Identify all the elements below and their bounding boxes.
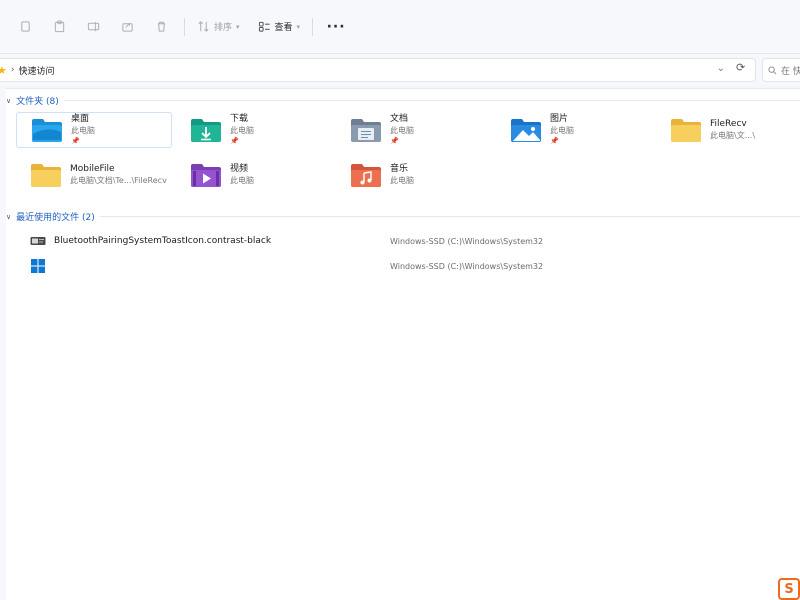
folder-tile-downloads[interactable]: 下载 此电脑 📌 <box>176 112 332 148</box>
desktop-folder-icon <box>31 116 63 144</box>
pin-icon: 📌 <box>71 136 80 145</box>
folder-location: 此电脑 <box>390 176 414 185</box>
star-icon: ★ <box>0 63 7 77</box>
folder-location: 此电脑\文档\Te...\FileRecv <box>70 176 167 185</box>
chevron-down-icon: ∨ <box>6 96 12 105</box>
pin-icon: 📌 <box>550 136 559 145</box>
recent-file-row[interactable]: BluetoothPairingSystemToastIcon.contrast… <box>6 231 786 251</box>
view-label: 查看 <box>274 23 293 33</box>
recent-files-group-title: 最近使用的文件 (2) <box>16 213 95 223</box>
trash-icon <box>157 21 165 32</box>
rename-icon <box>87 21 99 32</box>
copy-button[interactable] <box>8 13 42 41</box>
folder-name: 视频 <box>230 164 249 174</box>
share-button[interactable] <box>110 13 144 41</box>
folder-location: 此电脑 <box>230 125 254 135</box>
folder-name: 图片 <box>550 113 569 124</box>
view-button[interactable]: 查看 ▾ <box>252 13 307 41</box>
folder-icon <box>30 161 62 189</box>
folders-group-title: 文件夹 (8) <box>16 97 59 107</box>
search-icon <box>768 65 777 74</box>
recent-files-group-header[interactable]: ∨ 最近使用的文件 (2) <box>6 210 95 224</box>
breadcrumb-quick-access[interactable]: 快速访问 <box>18 64 54 77</box>
paste-icon <box>54 20 64 33</box>
search-placeholder: 在 快 <box>781 66 800 77</box>
documents-folder-icon <box>350 116 382 144</box>
windows-logo-icon <box>30 259 46 273</box>
image-file-icon <box>30 234 46 248</box>
chevron-down-icon: ∨ <box>6 212 12 221</box>
paste-button[interactable] <box>42 13 76 41</box>
address-history-chevron-icon[interactable]: ⌄ <box>717 63 725 74</box>
address-row: ★ › 快速访问 ⌄ <box>0 54 800 86</box>
folder-tile-pictures[interactable]: 图片 此电脑 📌 <box>496 112 652 148</box>
folders-group-header[interactable]: ∨ 文件夹 (8) <box>6 94 59 108</box>
folder-icon <box>670 116 702 144</box>
folder-name: 文档 <box>390 113 409 124</box>
group-divider <box>100 216 800 217</box>
address-bar[interactable]: ★ › 快速访问 ⌄ <box>0 58 756 82</box>
folder-tile-desktop[interactable]: 桌面 此电脑 📌 <box>16 112 172 148</box>
sort-label: 排序 <box>214 23 233 33</box>
folder-tile-music[interactable]: 音乐 此电脑 <box>336 157 492 193</box>
rename-button[interactable] <box>76 13 110 41</box>
folder-location: 此电脑\文...\ <box>710 131 756 140</box>
downloads-folder-icon <box>190 116 222 144</box>
folder-location: 此电脑 <box>71 125 95 135</box>
search-box[interactable]: 在 快 <box>762 58 800 82</box>
chevron-down-icon: ▾ <box>296 22 301 31</box>
command-bar: 排序 ▾ 查看 ▾ ··· <box>0 0 800 54</box>
recent-file-path: Windows-SSD (C:)\Windows\System32 <box>390 261 544 271</box>
pictures-folder-icon <box>510 116 542 144</box>
folder-name: FileRecv <box>710 119 747 129</box>
pin-icon: 📌 <box>390 136 399 145</box>
folder-name: 下载 <box>230 113 249 124</box>
music-folder-icon <box>350 161 382 189</box>
view-icon <box>258 21 270 32</box>
toolbar-divider <box>184 17 185 36</box>
pin-icon: 📌 <box>230 136 239 145</box>
recent-file-name: BluetoothPairingSystemToastIcon.contrast… <box>54 236 272 246</box>
recent-file-row[interactable]: Windows-SSD (C:)\Windows\System32 <box>6 256 786 276</box>
videos-folder-icon <box>190 161 222 189</box>
chevron-down-icon: ▾ <box>236 22 240 31</box>
share-icon <box>121 23 133 32</box>
folder-location: 此电脑 <box>390 125 414 135</box>
delete-button[interactable] <box>144 13 178 41</box>
folder-tile-documents[interactable]: 文档 此电脑 📌 <box>336 112 492 148</box>
group-divider <box>64 100 800 101</box>
watermark-logo: S <box>778 578 800 600</box>
folder-name: 音乐 <box>390 164 409 174</box>
folder-name: MobileFile <box>70 164 115 174</box>
chevron-right-icon[interactable]: › <box>11 65 15 75</box>
folder-location: 此电脑 <box>230 176 254 185</box>
more-options-button[interactable]: ··· <box>319 13 353 41</box>
folder-location: 此电脑 <box>550 125 574 135</box>
folder-tile-mobilefile[interactable]: MobileFile 此电脑\文档\Te...\FileRecv <box>16 157 172 193</box>
sort-button[interactable]: 排序 ▾ <box>191 13 246 41</box>
recent-file-path: Windows-SSD (C:)\Windows\System32 <box>390 236 544 246</box>
folder-tile-filerecv[interactable]: FileRecv 此电脑\文...\ <box>656 112 800 148</box>
toolbar-divider <box>312 17 314 36</box>
folder-tile-videos[interactable]: 视频 此电脑 <box>176 157 332 193</box>
refresh-icon[interactable]: ⟳ <box>736 61 745 74</box>
folder-name: 桌面 <box>71 113 90 124</box>
sort-icon <box>198 21 209 32</box>
copy-icon <box>20 21 30 32</box>
